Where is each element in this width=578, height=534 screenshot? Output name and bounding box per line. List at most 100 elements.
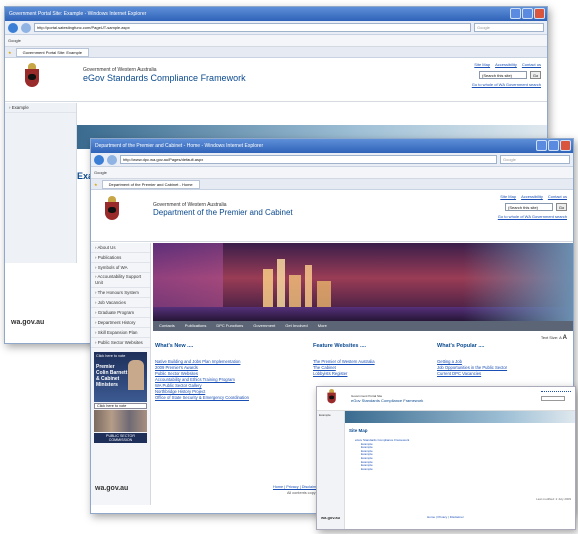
google-toolbar[interactable]: Google <box>91 167 573 179</box>
site-name: eGov Standards Compliance Framework <box>83 73 246 83</box>
go-button[interactable]: Go <box>530 71 541 79</box>
menu-get-involved[interactable]: Get Involved <box>285 321 307 331</box>
promo-name: Premier Colin Barnett & Cabinet Minister… <box>96 364 128 388</box>
menu-more[interactable]: More <box>318 321 327 331</box>
sidebar-label: Graduate Program <box>97 310 135 315</box>
minimize-icon[interactable] <box>510 8 521 19</box>
sidebar-item-symbols[interactable]: › Symbols of WA <box>91 263 150 273</box>
wa-crest-logo <box>101 196 123 226</box>
site-search-field[interactable] <box>541 396 565 401</box>
last-updated: Last modified: 2 July 2009 <box>536 497 571 501</box>
site-name: eGov Standards Compliance Framework <box>351 398 424 403</box>
sidebar-item-websites[interactable]: › Public Sector Websites <box>91 338 150 348</box>
sidebar-label: Accountability Support Unit <box>95 274 142 285</box>
sidebar-item-example[interactable]: Example <box>317 411 344 419</box>
whats-new-column: What's New .... Native Building and Jobs… <box>155 343 305 401</box>
site-map-window: Government Portal Site eGov Standards Co… <box>316 386 576 530</box>
tree-link[interactable]: Example <box>355 467 409 472</box>
menu-publications[interactable]: Publications <box>185 321 207 331</box>
footer-links[interactable]: Home | Privacy | Disclaimer <box>427 515 464 519</box>
sidebar-label: Publications <box>97 255 122 260</box>
search-input[interactable]: Google <box>500 155 570 164</box>
wa-crest-logo <box>21 63 43 93</box>
site-header: Government of Western Australia eGov Sta… <box>5 58 547 102</box>
wa-search-link[interactable]: Go to whole of WA Government search <box>472 82 541 87</box>
site-header: Government of Western Australia Departme… <box>91 190 573 242</box>
contact-link[interactable]: Contact us <box>548 194 567 199</box>
browser-tab[interactable]: Department of the Premier and Cabinet - … <box>101 180 200 189</box>
promo-link[interactable]: Click here to vote <box>94 403 147 409</box>
site-search-field[interactable]: (Search this site) <box>505 203 553 211</box>
city-banner-image <box>153 243 573 321</box>
sidebar-item-jobs[interactable]: › Job Vacancies <box>91 298 150 308</box>
sidebar-label: Job Vacancies <box>97 300 126 305</box>
close-icon[interactable] <box>560 140 571 151</box>
back-button[interactable] <box>94 154 104 165</box>
google-toolbar[interactable]: Google <box>5 35 547 47</box>
premier-photo <box>128 360 144 390</box>
footer-logo: wa.gov.au <box>11 319 45 326</box>
premier-promo[interactable]: Click here to vote Premier Colin Barnett… <box>94 352 147 402</box>
footer-logo: wa.gov.au <box>95 485 129 492</box>
search-input[interactable]: Google <box>474 23 544 32</box>
footer-logo: wa.gov.au <box>321 515 341 520</box>
menu-dpc-functions[interactable]: DPC Functions <box>216 321 243 331</box>
sidebar-item-accountability[interactable]: › Accountability Support Unit <box>91 273 150 288</box>
site-map-link[interactable]: Site Map <box>474 62 490 67</box>
sidebar-item-skill[interactable]: › Skill Expansion Plan <box>91 328 150 338</box>
site-name: Department of the Premier and Cabinet <box>153 208 293 217</box>
sidebar-item-publications[interactable]: › Publications <box>91 253 150 263</box>
cabinet-photo <box>94 410 147 432</box>
psc-banner[interactable]: PUBLIC SECTOR COMMISSION <box>94 433 147 443</box>
column-heading: Feature Websites .... <box>313 343 367 349</box>
sidebar-item-graduate[interactable]: › Graduate Program <box>91 308 150 318</box>
site-search-field[interactable]: (Search this site) <box>479 71 527 79</box>
wa-search-link[interactable]: Go to whole of WA Government search <box>498 214 567 219</box>
sidebar-label: Skill Expansion Plan <box>97 330 138 335</box>
sidebar-item-history[interactable]: › Department History <box>91 318 150 328</box>
window-title-bar: Department of the Premier and Cabinet - … <box>91 139 573 153</box>
column-heading: What's New .... <box>155 343 194 349</box>
main-menu: Contacts Publications DPC Functions Gove… <box>153 321 573 331</box>
sidebar-label: The Honours System <box>97 290 139 295</box>
text-size-label: Text Size: <box>540 335 559 340</box>
popular-link[interactable]: Current DPC Vacancies <box>437 371 567 377</box>
sidebar-label: Department History <box>97 320 136 325</box>
sidebar-label: Public Sector Websites <box>97 340 143 345</box>
sidebar-label: Example <box>11 105 29 110</box>
forward-button[interactable] <box>107 154 117 165</box>
address-bar[interactable]: http://www.dpc.wa.gov.au/Pages/default.a… <box>120 155 497 164</box>
contact-link[interactable]: Contact us <box>522 62 541 67</box>
page-heading: Site Map <box>349 428 368 433</box>
maximize-icon[interactable] <box>522 8 533 19</box>
feature-link[interactable]: Lobbyists Register <box>313 371 423 377</box>
column-heading: What's Popular .... <box>437 343 485 349</box>
minimize-icon[interactable] <box>536 140 547 151</box>
whats-popular-column: What's Popular .... Getting a Job Job Op… <box>437 343 567 377</box>
news-link[interactable]: Office of State Security & Emergency Coo… <box>155 395 305 401</box>
forward-button[interactable] <box>21 22 31 33</box>
menu-government[interactable]: Government <box>253 321 275 331</box>
go-button[interactable]: Go <box>556 203 567 211</box>
site-header: Government Portal Site eGov Standards Co… <box>317 387 575 411</box>
sidebar-item-about-us[interactable]: › About Us <box>91 243 150 253</box>
address-bar[interactable]: http://portal.satestingfunc.com/PageUT-s… <box>34 23 471 32</box>
sidebar-item-honours[interactable]: › The Honours System <box>91 288 150 298</box>
feature-websites-column: Feature Websites .... The Premier of Wes… <box>313 343 423 377</box>
close-icon[interactable] <box>534 8 545 19</box>
back-button[interactable] <box>8 22 18 33</box>
browser-tab[interactable]: Government Portal Site: Example <box>15 48 89 57</box>
left-nav: Example <box>317 411 345 529</box>
site-map-link[interactable]: Site Map <box>500 194 516 199</box>
header-links[interactable] <box>541 391 571 393</box>
text-size-control[interactable]: Text Size: A A <box>541 335 567 341</box>
favorites-star-icon[interactable]: ★ <box>8 47 12 57</box>
accessibility-link[interactable]: Accessibility <box>495 62 517 67</box>
favorites-star-icon[interactable]: ★ <box>94 179 98 189</box>
footer-links[interactable]: Home | Privacy | Disclaimer <box>273 485 320 489</box>
sidebar-item-example[interactable]: › Example <box>5 103 76 113</box>
sidebar-label: About Us <box>97 245 116 250</box>
accessibility-link[interactable]: Accessibility <box>521 194 543 199</box>
maximize-icon[interactable] <box>548 140 559 151</box>
menu-contacts[interactable]: Contacts <box>159 321 175 331</box>
